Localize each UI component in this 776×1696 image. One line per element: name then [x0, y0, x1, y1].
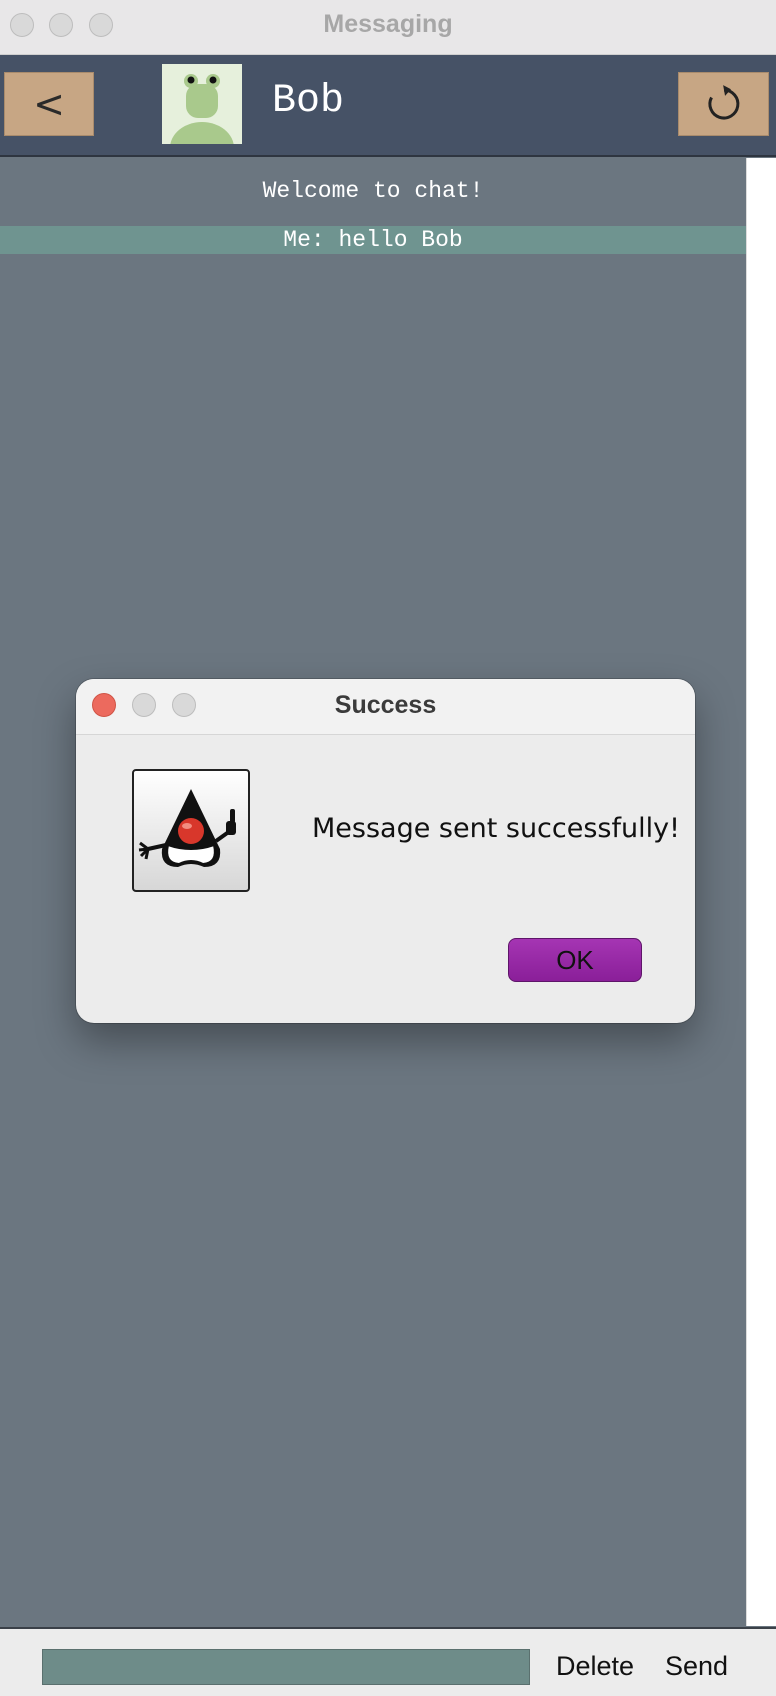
delete-button[interactable]: Delete — [556, 1651, 634, 1682]
contact-name: Bob — [272, 79, 345, 124]
window-title: Messaging — [323, 10, 453, 38]
chat-scrollbar[interactable] — [746, 158, 776, 1626]
dialog-message: Message sent successfully! — [312, 813, 680, 844]
window-titlebar: Messaging — [0, 0, 776, 55]
chat-header: < Bob — [0, 55, 776, 157]
contact-avatar — [162, 64, 242, 144]
java-duke-icon — [132, 769, 250, 892]
welcome-text: Welcome to chat! — [262, 178, 484, 204]
refresh-icon — [707, 85, 739, 120]
send-button[interactable]: Send — [665, 1651, 728, 1682]
back-button[interactable]: < — [4, 72, 94, 136]
message-input[interactable] — [42, 1649, 530, 1685]
dialog-title: Success — [334, 691, 437, 719]
messaging-window: Messaging < Bob Welcome to chat! Me: hel… — [0, 0, 776, 1696]
success-dialog: Success Message sent successfully! OK — [76, 679, 695, 1023]
dialog-titlebar: Success — [76, 679, 695, 735]
refresh-button[interactable] — [678, 72, 769, 136]
ok-button[interactable]: OK — [508, 938, 642, 982]
frog-avatar-icon — [162, 64, 242, 144]
message-row[interactable]: Me: hello Bob — [0, 226, 746, 254]
chevron-left-icon: < — [33, 82, 65, 126]
composer-bar: Delete Send — [0, 1627, 776, 1696]
